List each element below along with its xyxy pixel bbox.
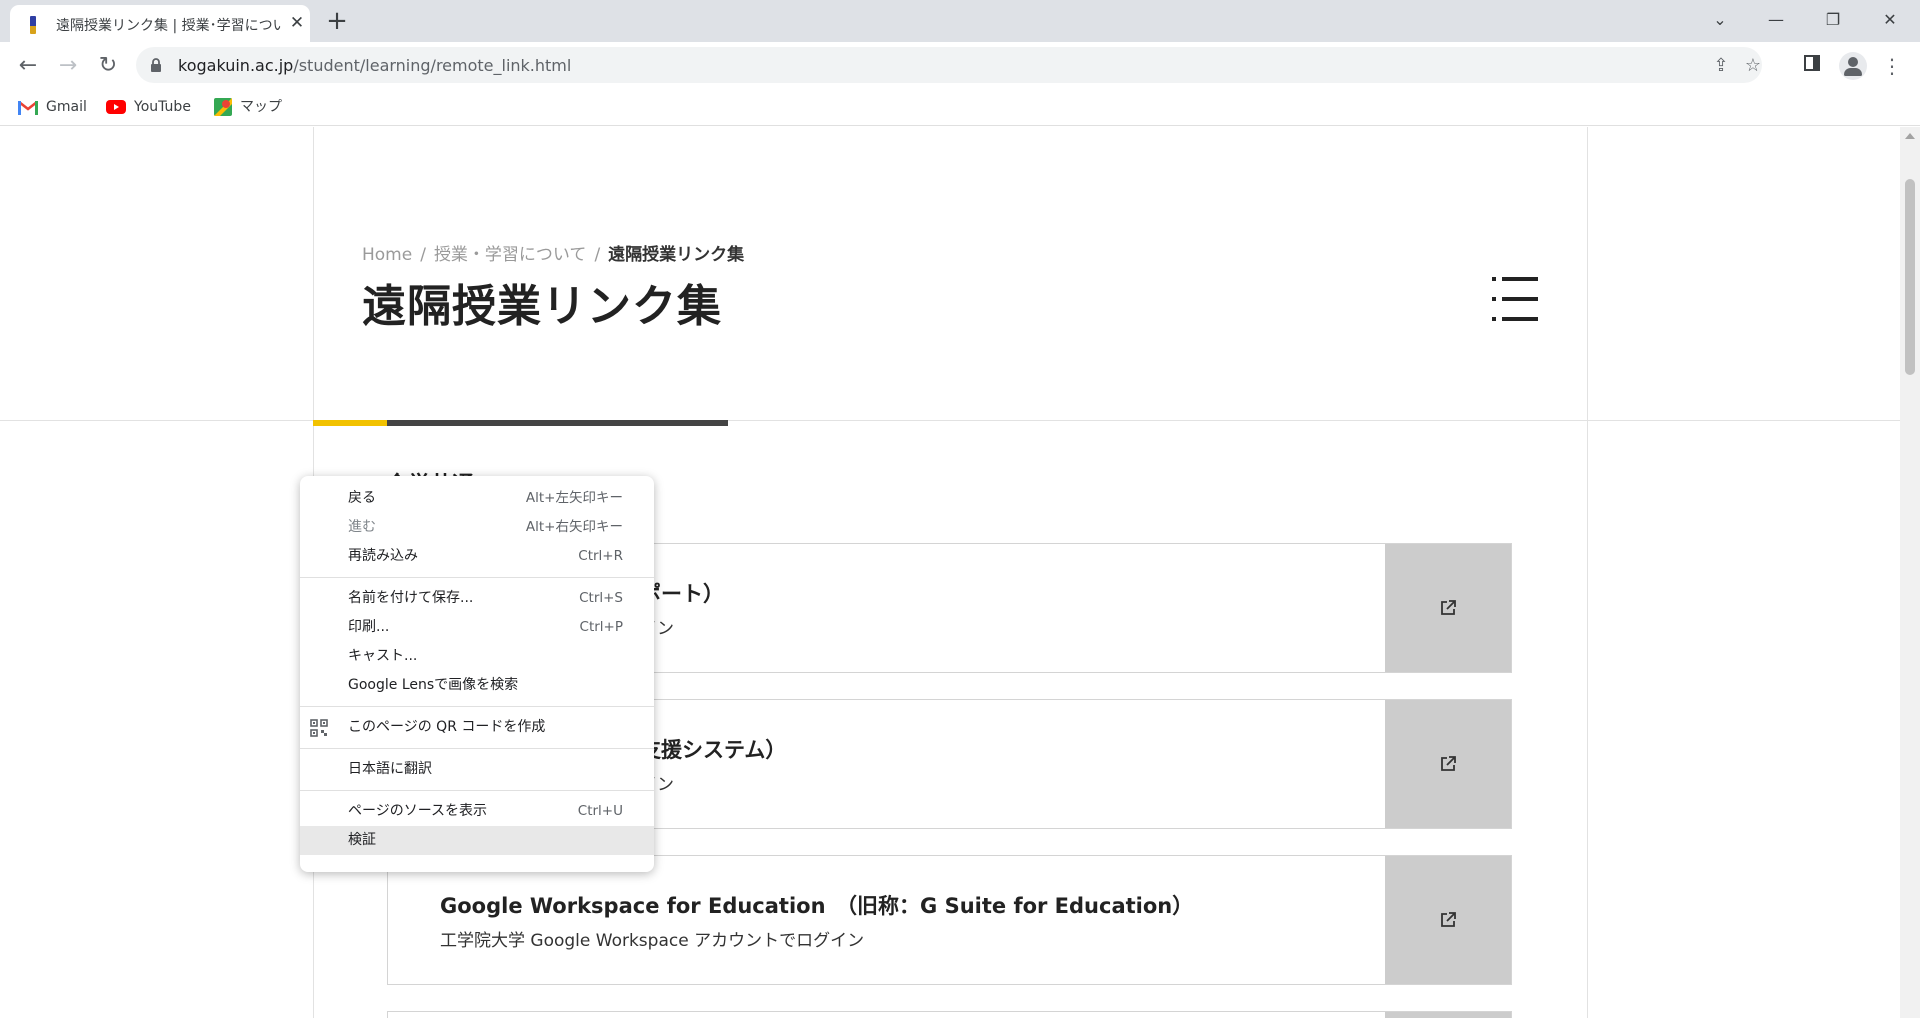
side-panel-icon[interactable]: [1800, 54, 1824, 78]
menu-item-back[interactable]: 戻る Alt+左矢印キー: [300, 484, 654, 513]
browser-tab[interactable]: 遠隔授業リンク集 | 授業･学習につい ✕: [10, 5, 310, 42]
menu-item-view-source[interactable]: ページのソースを表示 Ctrl+U: [300, 797, 654, 826]
breadcrumb-separator: /: [594, 245, 601, 265]
gmail-icon: [18, 100, 38, 115]
menu-item-qr-code[interactable]: このページの QR コードを作成: [300, 713, 654, 742]
menu-item-google-lens[interactable]: Google Lensで画像を検索: [300, 671, 654, 700]
bookmark-maps[interactable]: マップ: [214, 97, 282, 117]
address-bar[interactable]: kogakuin.ac.jp/student/learning/remote_l…: [136, 47, 1762, 83]
menu-item-forward[interactable]: 進む Alt+右矢印キー: [300, 513, 654, 542]
tab-indicator-accent: [313, 420, 387, 426]
menu-item-cast[interactable]: キャスト...: [300, 642, 654, 671]
menu-separator: [300, 706, 654, 707]
browser-toolbar: ← → ↻ kogakuin.ac.jp/student/learning/re…: [0, 42, 1920, 88]
tab-strip: 遠隔授業リンク集 | 授業･学習につい ✕ + ⌄ — ❐ ✕: [0, 0, 1920, 42]
breadcrumb-current: 遠隔授業リンク集: [608, 245, 745, 265]
link-card[interactable]: [387, 1011, 1512, 1018]
card-title: Google Workspace for Education （旧称：G Sui…: [440, 894, 1194, 918]
bookmark-gmail[interactable]: Gmail: [18, 97, 87, 117]
breadcrumb-separator: /: [420, 245, 426, 265]
breadcrumb: Home / 授業・学習について / 遠隔授業リンク集: [362, 240, 744, 265]
forward-button[interactable]: →: [52, 50, 84, 82]
tab-close-icon[interactable]: ✕: [286, 12, 308, 34]
site-favicon-icon: [30, 16, 36, 34]
card-subtitle: 工学院大学 Google Workspace アカウントでログイン: [440, 931, 865, 951]
menu-item-save-as[interactable]: 名前を付けて保存... Ctrl+S: [300, 584, 654, 613]
external-link-button[interactable]: [1385, 544, 1511, 672]
youtube-icon: [106, 100, 126, 114]
back-button[interactable]: ←: [12, 50, 44, 82]
external-link-button[interactable]: [1385, 856, 1511, 984]
tab-title: 遠隔授業リンク集 | 授業･学習につい: [56, 18, 281, 34]
external-link-button[interactable]: [1385, 1012, 1511, 1018]
tab-indicator-bar: [387, 420, 728, 426]
menu-separator: [300, 577, 654, 578]
more-menu-icon[interactable]: ⋮: [1880, 54, 1904, 78]
profile-avatar[interactable]: [1839, 52, 1867, 80]
external-link-icon: [1441, 912, 1456, 927]
restore-button[interactable]: ❐: [1813, 6, 1853, 34]
scroll-up-arrow-icon[interactable]: [1905, 133, 1915, 139]
scrollbar-thumb[interactable]: [1905, 179, 1915, 375]
menu-item-inspect[interactable]: 検証: [300, 826, 654, 855]
breadcrumb-home[interactable]: Home: [362, 245, 412, 265]
frame-right-line: [1587, 127, 1588, 1018]
breadcrumb-parent[interactable]: 授業・学習について: [434, 245, 587, 265]
tab-search-icon[interactable]: ⌄: [1700, 6, 1740, 34]
lock-icon[interactable]: [150, 57, 162, 73]
window-close-button[interactable]: ✕: [1870, 6, 1910, 34]
menu-item-print[interactable]: 印刷... Ctrl+P: [300, 613, 654, 642]
menu-item-reload[interactable]: 再読み込み Ctrl+R: [300, 542, 654, 571]
page-title: 遠隔授業リンク集: [362, 281, 722, 332]
share-icon[interactable]: ⇪: [1710, 55, 1732, 77]
external-link-button[interactable]: [1385, 700, 1511, 828]
bookmark-star-icon[interactable]: ☆: [1742, 55, 1764, 77]
minimize-button[interactable]: —: [1756, 6, 1796, 34]
menu-item-translate[interactable]: 日本語に翻訳: [300, 755, 654, 784]
url-text[interactable]: kogakuin.ac.jp/student/learning/remote_l…: [178, 56, 571, 75]
menu-separator: [300, 748, 654, 749]
link-card[interactable]: Google Workspace for Education （旧称：G Sui…: [387, 855, 1512, 985]
bookmarks-bar: Gmail YouTube マップ: [0, 88, 1920, 126]
context-menu: 戻る Alt+左矢印キー 進む Alt+右矢印キー 再読み込み Ctrl+R 名前を付…: [300, 476, 654, 872]
menu-separator: [300, 790, 654, 791]
new-tab-button[interactable]: +: [323, 8, 351, 36]
qr-code-icon: [310, 719, 328, 737]
external-link-icon: [1441, 600, 1456, 615]
reload-button[interactable]: ↻: [92, 50, 124, 82]
external-link-icon: [1441, 756, 1456, 771]
page-scrollbar[interactable]: [1900, 127, 1920, 1018]
maps-icon: [214, 98, 232, 116]
bookmark-youtube[interactable]: YouTube: [106, 97, 191, 117]
hamburger-menu-icon[interactable]: [1492, 277, 1538, 321]
card-title: 支援システム）: [640, 738, 787, 762]
web-page: Home/授業・学習について/遠隔授業リンク集 遠隔授業リンク集 全学共通 ポー…: [0, 127, 1900, 1018]
header-divider: [0, 420, 1900, 421]
